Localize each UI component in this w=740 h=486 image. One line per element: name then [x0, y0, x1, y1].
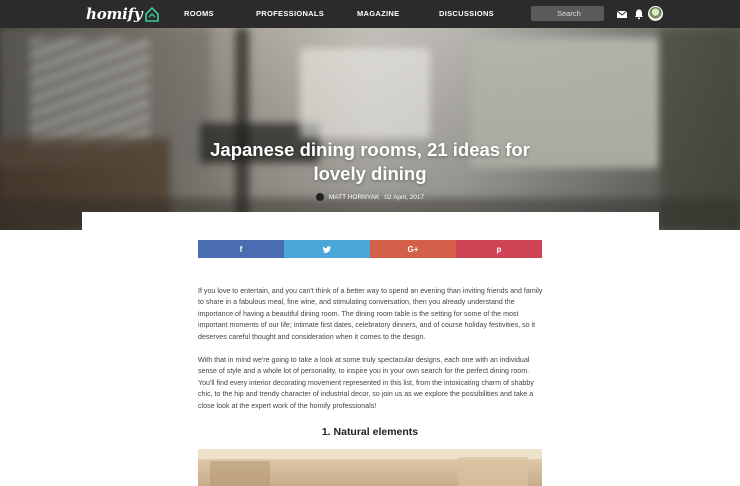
article-paragraph-1: If you love to entertain, and you can't …: [198, 287, 543, 341]
nav-link-discussions[interactable]: DISCUSSIONS: [439, 9, 494, 18]
nav-link-professionals[interactable]: PROFESSIONALS: [256, 9, 324, 18]
share-pinterest-button[interactable]: p: [456, 240, 542, 258]
publish-date: 02 April, 2017: [384, 193, 425, 201]
mail-icon[interactable]: [616, 8, 628, 20]
share-facebook-button[interactable]: f: [198, 240, 284, 258]
house-logo-icon: [145, 6, 160, 22]
pinterest-icon: p: [496, 244, 502, 254]
user-avatar[interactable]: [648, 6, 663, 21]
section-heading: 1. Natural elements: [321, 426, 419, 438]
bell-icon[interactable]: [633, 8, 645, 20]
article-paragraph-2: With that in mind we're going to take a …: [198, 356, 534, 410]
section-image[interactable]: [198, 449, 542, 486]
top-navigation: homify ROOMS PROFESSIONALS MAGAZINE DISC…: [0, 0, 740, 28]
search-input[interactable]: Search: [531, 6, 604, 21]
author-avatar: [315, 193, 324, 201]
share-bar: f G+ p: [198, 240, 542, 258]
share-twitter-button[interactable]: [284, 240, 370, 258]
author-name[interactable]: MATT HORNYAK: [329, 194, 380, 201]
homify-logo[interactable]: homify: [86, 4, 160, 24]
nav-link-rooms[interactable]: ROOMS: [184, 9, 214, 18]
facebook-icon: f: [239, 244, 243, 254]
nav-link-magazine[interactable]: MAGAZINE: [357, 9, 399, 18]
logo-text: homify: [86, 5, 143, 23]
share-googleplus-button[interactable]: G+: [370, 240, 456, 258]
article-title: Japanese dining rooms, 21 ideas for love…: [210, 139, 530, 184]
googleplus-icon: G+: [407, 244, 419, 254]
article-byline: MATT HORNYAK 02 April, 2017: [0, 193, 740, 201]
twitter-icon: [323, 245, 331, 253]
